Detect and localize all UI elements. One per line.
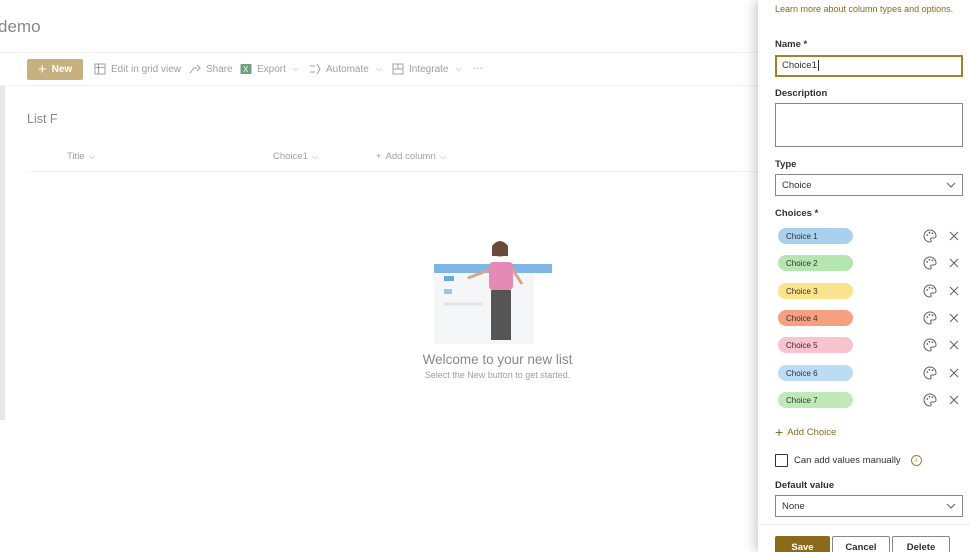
more-icon: ··· (473, 63, 483, 74)
site-title: demo (0, 17, 41, 36)
export-button[interactable]: X Export ⌵ (240, 63, 299, 75)
add-column-button[interactable]: + Add column ⌵ (376, 151, 446, 162)
left-nav-edge (0, 85, 5, 420)
palette-icon[interactable] (923, 284, 937, 298)
column-header-label: Choice1 (273, 151, 308, 162)
close-icon[interactable] (948, 285, 960, 297)
export-label: Export (257, 63, 286, 75)
plus-icon: + (775, 424, 784, 440)
add-choice-button[interactable]: + Add Choice (775, 425, 836, 439)
edit-column-panel: Learn more about column types and option… (758, 0, 970, 552)
add-choice-label: Add Choice (787, 426, 837, 438)
name-input-value: Choice1 (782, 60, 817, 71)
description-label: Description (775, 88, 828, 99)
close-icon[interactable] (948, 367, 960, 379)
automate-icon (310, 63, 321, 75)
choice-pill[interactable]: Choice 3 (778, 283, 853, 299)
choices-label: Choices * (775, 208, 819, 219)
svg-text:X: X (243, 65, 249, 74)
integrate-icon (392, 63, 404, 75)
type-dropdown[interactable]: Choice (775, 174, 963, 196)
chevron-down-icon (946, 182, 956, 188)
choice-row: Choice 7 (775, 390, 965, 410)
plus-icon: + (37, 61, 47, 78)
manual-values-label: Can add values manually (794, 455, 901, 466)
new-button[interactable]: + New (27, 59, 83, 80)
close-icon[interactable] (948, 230, 960, 242)
more-button[interactable]: ··· (473, 63, 483, 74)
add-column-label: Add column (385, 151, 436, 162)
share-button[interactable]: Share (189, 63, 233, 75)
choice-row: Choice 6 (775, 363, 965, 383)
empty-state-subtitle: Select the New button to get started. (424, 370, 571, 380)
delete-button[interactable]: Delete (892, 536, 950, 552)
column-header-choice1[interactable]: Choice1 ⌵ (273, 151, 318, 162)
name-input[interactable]: Choice1 (775, 55, 963, 77)
panel-footer-divider (758, 524, 970, 525)
palette-icon[interactable] (923, 229, 937, 243)
choice-row: Choice 4 (775, 308, 965, 328)
plus-icon: + (376, 151, 382, 162)
learn-more-link[interactable]: Learn more about column types and option… (775, 3, 960, 15)
chevron-down-icon: ⌵ (88, 151, 95, 161)
manual-values-row: Can add values manually i (775, 454, 922, 467)
empty-state-title: Welcome to your new list (422, 352, 573, 367)
chevron-down-icon: ⌵ (439, 151, 446, 161)
choice-pill[interactable]: Choice 1 (778, 228, 853, 244)
palette-icon[interactable] (923, 338, 937, 352)
description-input[interactable] (775, 103, 963, 147)
list-title: List F (27, 112, 58, 126)
edit-grid-button[interactable]: Edit in grid view (94, 63, 181, 75)
integrate-label: Integrate (409, 63, 449, 75)
integrate-button[interactable]: Integrate ⌵ (392, 63, 462, 75)
manual-values-checkbox[interactable] (775, 454, 788, 467)
palette-icon[interactable] (923, 393, 937, 407)
excel-icon: X (240, 64, 252, 74)
chevron-down-icon: ⌵ (375, 64, 382, 73)
empty-list-illustration (434, 241, 552, 344)
palette-icon[interactable] (923, 256, 937, 270)
name-label: Name * (775, 39, 808, 50)
palette-icon[interactable] (923, 366, 937, 380)
choice-pill[interactable]: Choice 6 (778, 365, 853, 381)
choice-row: Choice 2 (775, 253, 965, 273)
choice-pill[interactable]: Choice 4 (778, 310, 853, 326)
column-header-label: Title (67, 151, 85, 162)
share-label: Share (206, 63, 233, 75)
grid-icon (94, 63, 106, 75)
edit-grid-label: Edit in grid view (111, 63, 182, 75)
choice-row: Choice 5 (775, 335, 965, 355)
share-icon (189, 64, 201, 74)
close-icon[interactable] (948, 339, 960, 351)
choice-pill[interactable]: Choice 2 (778, 255, 853, 271)
save-button[interactable]: Save (775, 536, 830, 552)
close-icon[interactable] (948, 257, 960, 269)
info-icon[interactable]: i (910, 455, 922, 466)
default-value-selected: None (782, 500, 805, 512)
type-dropdown-value: Choice (782, 179, 812, 191)
close-icon[interactable] (948, 312, 960, 324)
automate-label: Automate (326, 63, 369, 75)
choice-pill[interactable]: Choice 7 (778, 392, 853, 408)
palette-icon[interactable] (923, 311, 937, 325)
default-value-dropdown[interactable]: None (775, 495, 963, 517)
automate-button[interactable]: Automate ⌵ (309, 63, 382, 75)
close-icon[interactable] (948, 394, 960, 406)
chevron-down-icon: ⌵ (292, 64, 299, 73)
default-value-label: Default value (775, 480, 835, 491)
cancel-button[interactable]: Cancel (832, 536, 890, 552)
chevron-down-icon: ⌵ (311, 151, 318, 161)
choice-row: Choice 1 (775, 226, 965, 246)
choice-pill[interactable]: Choice 5 (778, 337, 853, 353)
chevron-down-icon: ⌵ (455, 64, 462, 73)
choice-row: Choice 3 (775, 281, 965, 301)
new-button-label: New (51, 64, 73, 75)
column-header-title[interactable]: Title ⌵ (67, 151, 95, 162)
type-label: Type (775, 159, 797, 170)
header-divider (27, 171, 760, 172)
chevron-down-icon (946, 503, 956, 509)
